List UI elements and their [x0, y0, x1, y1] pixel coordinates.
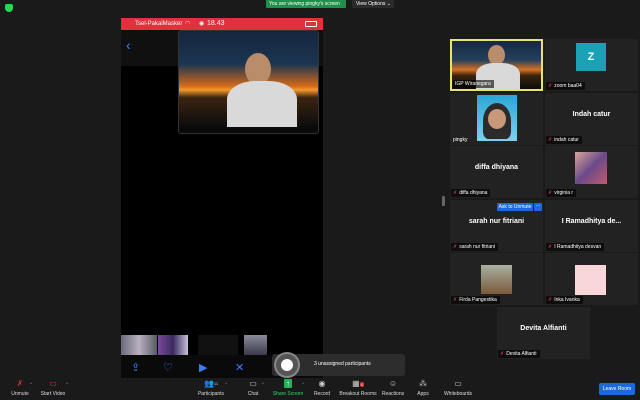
carrier-name: Tsel-PakaiMasker	[135, 21, 183, 27]
reactions-button[interactable]: ☺ Reactions	[380, 378, 406, 400]
leave-room-button[interactable]: Leave Room	[599, 383, 635, 395]
panel-resize-handle[interactable]	[442, 196, 445, 206]
whiteboards-button[interactable]: ▭ Whiteboards	[442, 378, 474, 400]
breakout-rooms-icon: ▦6	[352, 379, 364, 388]
muted-mic-icon: ✗	[453, 190, 458, 196]
muted-mic-icon: ✗	[453, 297, 458, 303]
alarm-icon: ◉	[199, 21, 205, 27]
play-icon[interactable]: ▶	[199, 362, 207, 374]
participant-name: ✗ sarah nur fitriani	[451, 243, 499, 251]
tile-zoom-baa04[interactable]: Z ✗ zoom baa04	[545, 39, 638, 91]
tile-indah-catur[interactable]: Indah catur ✗ indah catur	[545, 93, 638, 145]
muted-mic-icon: ✗	[548, 137, 553, 143]
participant-name: pingky	[453, 137, 468, 143]
participant-name: ✗ virginia r	[546, 189, 577, 197]
viewing-screen-banner: You are viewing pingky's screen	[266, 0, 346, 8]
more-options-button[interactable]: ···	[534, 203, 542, 211]
thumbnail[interactable]	[198, 335, 238, 355]
banner-text: You are viewing pingky's screen	[269, 1, 340, 7]
participant-display-name: diffa dhiyana	[474, 164, 519, 171]
phone-status-bar: Tsel-PakaiMasker ◠ ◉ 18.43	[121, 18, 323, 30]
tile-i-ramadhitya[interactable]: I Ramadhitya de... ✗ I Ramadhitya desvan	[545, 200, 638, 252]
tile-inka-ivanka[interactable]: ✗ Inka Ivanka	[545, 253, 638, 305]
participant-display-name: sarah nur fitriani	[468, 218, 525, 225]
breakout-rooms-button[interactable]: ▦6 Breakout Rooms	[338, 378, 378, 400]
record-button[interactable]: ◉ Record	[310, 378, 334, 400]
participant-name: ✗ I Ramadhitya desvan	[546, 243, 605, 251]
video-caret-icon[interactable]: ^	[66, 381, 68, 386]
reactions-icon: ☺	[388, 379, 398, 388]
participant-display-name: I Ramadhitya de...	[561, 218, 622, 225]
tile-diffa-dhiyana[interactable]: diffa dhiyana ✗ diffa dhiyana	[450, 146, 543, 198]
back-chevron-icon[interactable]: ‹	[126, 38, 131, 52]
zoom-meeting-window: You are viewing pingky's screen View Opt…	[0, 0, 640, 400]
wifi-icon: ◠	[185, 21, 191, 27]
apps-button[interactable]: ⁂ Apps	[414, 378, 432, 400]
muted-mic-icon: ✗	[548, 244, 553, 250]
battery-icon	[305, 21, 317, 27]
tile-igp-wiranegara[interactable]: IGP Wiranegara	[450, 39, 543, 91]
thumbnail-strip	[121, 335, 323, 355]
unmute-caret-icon[interactable]: ^	[30, 381, 32, 386]
muted-mic-icon: ✗	[548, 297, 553, 303]
chat-caret-icon[interactable]: ^	[262, 381, 264, 386]
start-video-button[interactable]: ▭ Start Video	[38, 378, 68, 400]
participant-photo	[575, 152, 607, 184]
participants-button[interactable]: 👥11 Participants	[196, 378, 226, 400]
share-icon[interactable]: ⇪	[131, 362, 140, 374]
heart-icon[interactable]: ♡	[163, 362, 173, 374]
apps-icon: ⁂	[419, 379, 427, 388]
share-screen-icon: ↑	[284, 379, 292, 388]
record-icon: ◉	[318, 379, 326, 388]
ask-to-unmute-button[interactable]: Ask to Unmute	[497, 203, 533, 211]
avatar: Z	[576, 43, 606, 71]
participants-caret-icon[interactable]: ^	[225, 381, 227, 386]
meeting-toolbar: ✗ Unmute ^ ▭ Start Video ^ 👥11 Participa…	[0, 378, 640, 400]
muted-mic-icon: ✗	[500, 351, 505, 357]
participant-name: ✗ zoom baa04	[546, 82, 585, 90]
participant-photo	[481, 265, 512, 294]
participant-name: ✗ indah catur	[546, 136, 582, 144]
share-screen-button[interactable]: ↑ Share Screen	[272, 378, 304, 400]
pip-video[interactable]	[178, 30, 319, 134]
participant-photo	[575, 265, 606, 295]
popup-text: 3 unassigned participants	[314, 361, 371, 367]
thumbnail[interactable]	[121, 335, 157, 355]
participant-name: ✗ Firda Pangestika	[451, 296, 500, 304]
muted-mic-icon: ✗	[453, 244, 458, 250]
participant-display-name: Devita Alfianti	[520, 325, 567, 332]
participant-name: ✗ Inka Ivanka	[546, 296, 583, 304]
chat-icon: ▭	[249, 379, 257, 388]
phone-clock: 18.43	[207, 20, 225, 27]
tile-devita-alfianti[interactable]: Devita Alfianti ✗ Devita Alfianti	[497, 307, 590, 359]
muted-mic-icon: ✗	[548, 83, 553, 89]
security-shield-icon[interactable]	[5, 4, 13, 12]
tile-virginia-r[interactable]: ✗ virginia r	[545, 146, 638, 198]
whiteboard-icon: ▭	[454, 379, 462, 388]
record-circle-icon[interactable]	[274, 352, 300, 378]
tile-firda-pangestika[interactable]: ✗ Firda Pangestika	[450, 253, 543, 305]
chat-button[interactable]: ▭ Chat	[243, 378, 263, 400]
participant-name: IGP Wiranegara	[453, 80, 494, 88]
mute-icon[interactable]: ✕	[235, 362, 244, 374]
share-caret-icon[interactable]: ^	[302, 381, 304, 386]
view-options-button[interactable]: View Options ⌄	[352, 0, 394, 8]
participant-name: ✗ Devita Alfianti	[498, 350, 540, 358]
participant-name: ✗ diffa dhiyana	[451, 189, 491, 197]
thumbnail[interactable]	[158, 335, 188, 355]
tile-pingky[interactable]: pingky	[450, 93, 543, 145]
participants-icon: 👥11	[203, 379, 219, 388]
muted-mic-icon: ✗	[548, 190, 553, 196]
thumbnail[interactable]	[244, 335, 267, 355]
participant-display-name: Indah catur	[572, 111, 611, 118]
video-off-icon: ▭	[49, 379, 57, 388]
